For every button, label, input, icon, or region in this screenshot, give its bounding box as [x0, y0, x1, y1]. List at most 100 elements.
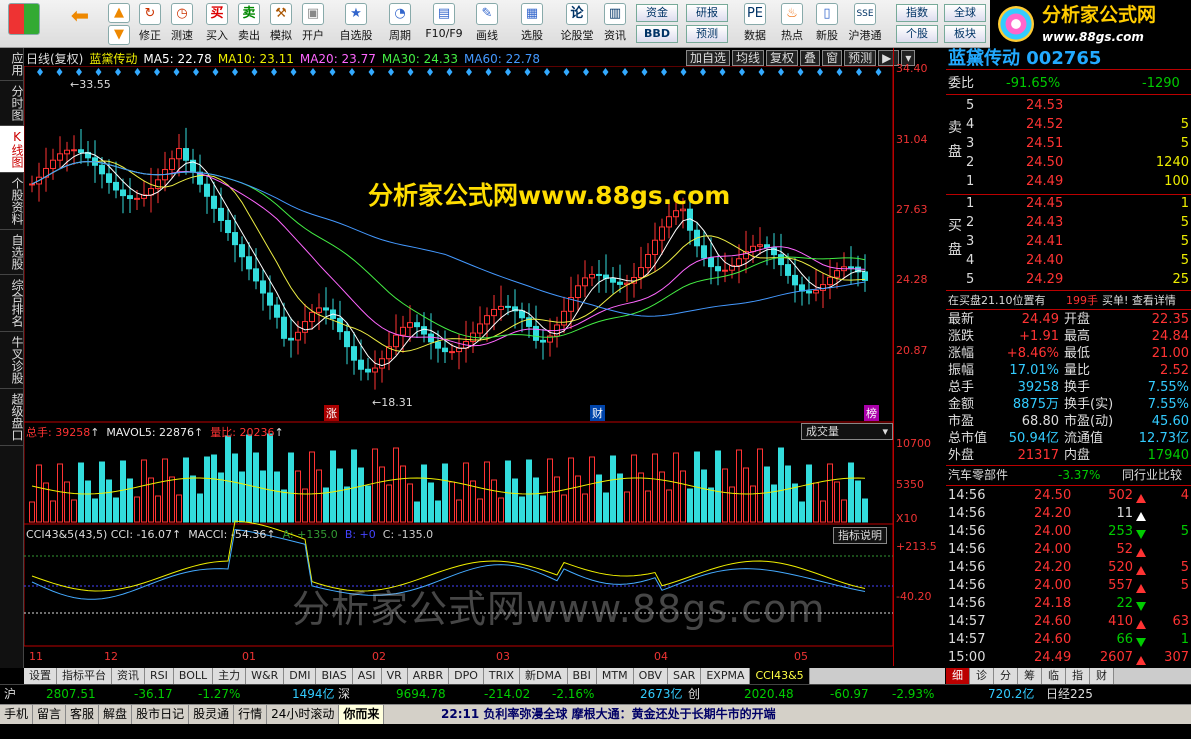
indicator-tab[interactable]: ARBR	[407, 668, 450, 684]
nikkei-label[interactable]: 日经225	[1046, 685, 1093, 704]
indicator-tab[interactable]: MTM	[596, 668, 634, 684]
industry-name[interactable]: 汽车零部件	[948, 467, 1008, 484]
right-panel-tab[interactable]: 细	[946, 668, 970, 684]
buy-position-link[interactable]: 买单! 查看详情	[1102, 292, 1176, 309]
buy-level-row[interactable]: 4 24.40 5	[946, 252, 1191, 269]
global-button[interactable]: 全球	[944, 4, 986, 22]
indicator-tab[interactable]: BIAS	[316, 668, 353, 684]
analysis-link[interactable]: 解盘	[99, 705, 133, 724]
toolbar-button-screener[interactable]: ▦ 选股	[510, 3, 554, 47]
toolbar-button-hot[interactable]: ♨ 热点	[776, 3, 808, 47]
chart-period[interactable]: 日线(复权)	[26, 52, 83, 66]
up-down-buttons[interactable]: ▲ ▼	[104, 3, 134, 47]
service-link[interactable]: 客服	[66, 705, 100, 724]
sh-index[interactable]: 2807.51	[46, 685, 96, 704]
right-panel-tab[interactable]: 诊	[970, 668, 994, 684]
indicator-tab[interactable]: 资讯	[112, 668, 145, 684]
indicator-tab[interactable]: BBI	[567, 668, 597, 684]
buy-level-row[interactable]: 3 24.41 5	[946, 233, 1191, 250]
indicator-tab[interactable]: DPO	[449, 668, 484, 684]
event-limit-up[interactable]: 涨	[324, 405, 339, 421]
cy-index[interactable]: 2020.48	[744, 685, 794, 704]
left-tab-intraday[interactable]: 分时图	[0, 81, 24, 126]
sell-level-row[interactable]: 2 24.50 1240	[946, 154, 1191, 171]
indicator-tab[interactable]: OBV	[633, 668, 668, 684]
left-tab-watchlist[interactable]: 自选股	[0, 230, 24, 275]
mobile-link[interactable]: 手机	[0, 705, 34, 724]
buy-level-row[interactable]: 5 24.29 25	[946, 271, 1191, 288]
toolbar-button-simulate[interactable]: ⚒ 模拟	[266, 3, 296, 47]
toolbar-button-news[interactable]: ▥ 资讯	[598, 3, 632, 47]
add-watchlist-button[interactable]: 加自选	[686, 50, 731, 66]
sell-level-row[interactable]: 3 24.51 5	[946, 135, 1191, 152]
quote-link[interactable]: 行情	[234, 705, 268, 724]
funds-button[interactable]: 资金	[636, 4, 678, 22]
right-panel-tab[interactable]: 临	[1042, 668, 1066, 684]
indicator-tab[interactable]: SAR	[667, 668, 702, 684]
indicator-tab[interactable]: 指标平台	[57, 668, 112, 684]
sell-level-row[interactable]: 5 24.53	[946, 97, 1191, 114]
sell-level-row[interactable]: 4 24.52 5	[946, 116, 1191, 133]
toolbar-button-data[interactable]: PE 数据	[738, 3, 772, 47]
right-panel-tab[interactable]: 指	[1066, 668, 1090, 684]
indicator-tab[interactable]: 主力	[213, 668, 247, 684]
toolbar-button-xiuzheng[interactable]: ↻ 修正	[134, 3, 166, 47]
left-tab-stock-profile[interactable]: 个股资料	[0, 173, 24, 230]
left-tab-super-orderbook[interactable]: 超级盘口	[0, 389, 24, 446]
toolbar-button-draw[interactable]: ✎ 画线	[468, 3, 506, 47]
indicator-tab[interactable]: DMI	[284, 668, 317, 684]
sell-level-row[interactable]: 1 24.49 100	[946, 173, 1191, 190]
left-tab-diagnosis[interactable]: 牛叉诊股	[0, 332, 24, 389]
indicator-tab[interactable]: ASI	[352, 668, 382, 684]
indicator-tab[interactable]: TRIX	[483, 668, 521, 684]
back-button[interactable]: ⬅	[62, 3, 98, 47]
ma-button[interactable]: 均线	[732, 50, 765, 66]
indicator-tab[interactable]: VR	[381, 668, 408, 684]
volume-indicator-select[interactable]: 成交量 ▾	[801, 423, 893, 440]
toolbar-button-ipo[interactable]: ▯ 新股	[812, 3, 842, 47]
research-button[interactable]: 研报	[686, 4, 728, 22]
indicator-tab[interactable]: 新DMA	[520, 668, 568, 684]
industry-compare-link[interactable]: 同行业比较	[1122, 467, 1182, 484]
kline-chart[interactable]	[24, 66, 894, 666]
toolbar-button-watchlist[interactable]: ★ 自选股	[334, 3, 378, 47]
news-ticker[interactable]: 22:11 负利率弥漫全球 摩根大通：黄金还处于长期牛市的开端	[441, 705, 776, 724]
event-finance[interactable]: 财	[590, 405, 605, 421]
toolbar-button-hk-connect[interactable]: SSE 沪港通	[844, 3, 886, 47]
indicator-tab[interactable]: 设置	[24, 668, 57, 684]
stock-button[interactable]: 个股	[896, 25, 938, 43]
sz-index[interactable]: 9694.78	[396, 685, 446, 704]
forecast-chart-button[interactable]: 预测	[844, 50, 877, 66]
indicator-tab[interactable]: RSI	[145, 668, 174, 684]
indicator-tab[interactable]: BOLL	[173, 668, 214, 684]
left-tab-kline[interactable]: K线图	[0, 126, 24, 173]
toolbar-button-sell[interactable]: 卖卖出	[234, 3, 264, 47]
toolbar-button-open-account[interactable]: ▣ 开户	[298, 3, 328, 47]
event-billboard[interactable]: 榜	[864, 405, 879, 421]
right-panel-tab[interactable]: 财	[1090, 668, 1114, 684]
indicator-tab[interactable]: CCI43&5	[750, 668, 810, 684]
index-button[interactable]: 指数	[896, 4, 938, 22]
gulingtong-link[interactable]: 股灵通	[189, 705, 235, 724]
indicator-tab[interactable]: W&R	[246, 668, 285, 684]
toolbar-button-cesu[interactable]: ◷ 测速	[166, 3, 198, 47]
buy-level-row[interactable]: 2 24.43 5	[946, 214, 1191, 231]
toolbar-button-period[interactable]: ◔ 周期	[380, 3, 420, 47]
forecast-button[interactable]: 预测	[686, 25, 728, 43]
restore-rights-button[interactable]: 复权	[766, 50, 799, 66]
buy-level-row[interactable]: 1 24.45 1	[946, 195, 1191, 212]
app-menu-button[interactable]	[4, 3, 44, 47]
sector-button[interactable]: 板块	[944, 25, 986, 43]
news-24h-link[interactable]: 24小时滚动	[267, 705, 340, 724]
window-button[interactable]: 窗	[822, 50, 843, 66]
message-link[interactable]: 留言	[33, 705, 67, 724]
left-tab-apps[interactable]: 应用	[0, 48, 24, 81]
indicator-tab[interactable]: EXPMA	[701, 668, 751, 684]
diary-link[interactable]: 股市日记	[132, 705, 190, 724]
left-tab-ranking[interactable]: 综合排名	[0, 275, 24, 332]
toolbar-button-f10[interactable]: ▤ F10/F9	[422, 3, 466, 47]
right-panel-tab[interactable]: 分	[994, 668, 1018, 684]
right-panel-tab[interactable]: 筹	[1018, 668, 1042, 684]
bbd-button[interactable]: BBD	[636, 25, 678, 43]
overlay-button[interactable]: 叠	[800, 50, 821, 66]
